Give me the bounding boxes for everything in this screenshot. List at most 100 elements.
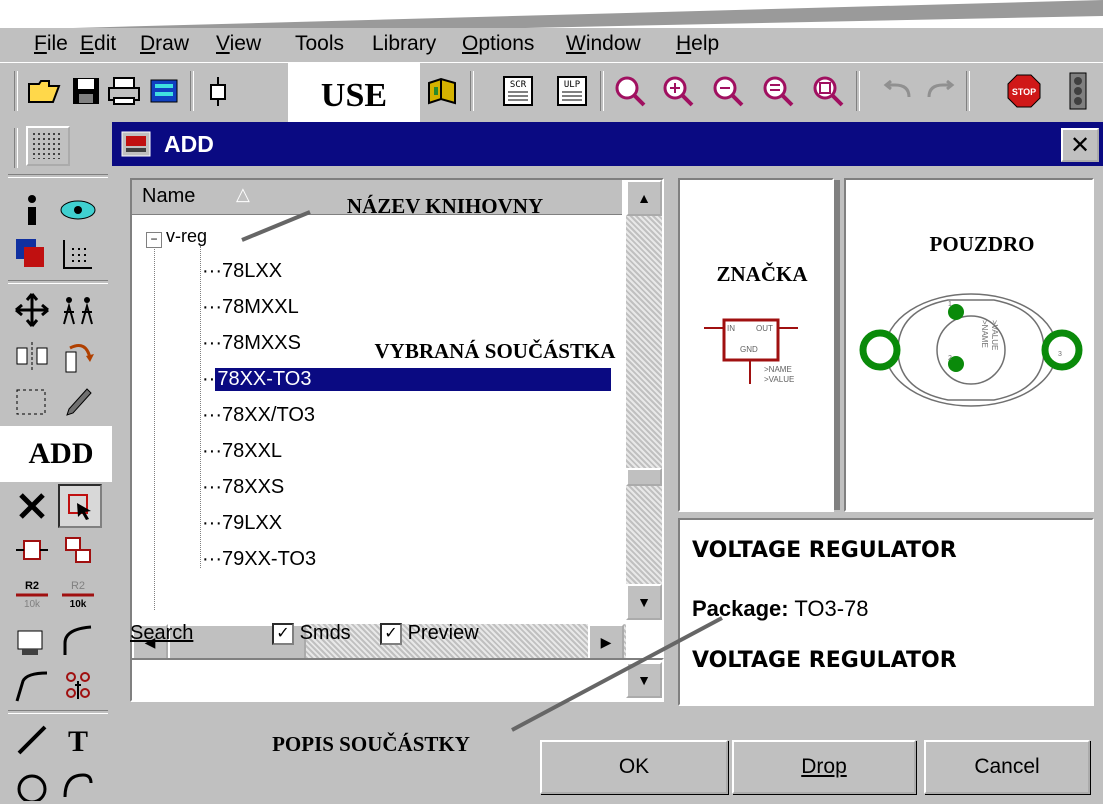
tree-item[interactable]: ···79LXX (202, 512, 282, 535)
menu-window[interactable]: Window (566, 32, 641, 56)
move-icon[interactable] (12, 290, 52, 330)
scroll-up-icon[interactable]: ▲ (626, 180, 662, 216)
tree-root-v-reg[interactable]: v-reg (166, 226, 207, 247)
menu-library[interactable]: Library (372, 32, 436, 56)
optimize-icon[interactable] (58, 666, 98, 706)
tree-item[interactable]: ···78MXXS (202, 332, 301, 355)
preview-check-icon[interactable]: ✓ (380, 622, 402, 645)
tree-item[interactable]: ···78MXXL (202, 296, 299, 319)
stop-icon[interactable]: STOP (1006, 73, 1042, 109)
tree-item[interactable]: ···78XXS (202, 476, 284, 499)
save-icon[interactable] (68, 73, 104, 109)
pin-in-label: IN (727, 324, 735, 333)
annotation-part-description: POPIS SOUČÁSTKY (272, 731, 470, 756)
script-icon[interactable]: SCR (500, 73, 536, 109)
pinswap-icon[interactable] (12, 530, 52, 570)
menu-file[interactable]: File (34, 32, 68, 56)
cancel-button[interactable]: Cancel (924, 740, 1090, 794)
show-icon[interactable] (58, 190, 98, 230)
grid-icon[interactable] (58, 234, 98, 274)
tree-guide-line (154, 240, 155, 610)
layers-icon[interactable] (12, 234, 52, 274)
ulp-icon[interactable]: ULP (554, 73, 590, 109)
tree-item[interactable]: ···78XX/TO3 (202, 404, 315, 427)
smds-checkbox[interactable]: ✓ Smds (272, 622, 351, 645)
tree-item[interactable]: ···78XXL (202, 440, 282, 463)
use-icon[interactable] (200, 73, 236, 109)
name-label: R2 (25, 580, 39, 592)
value-icon[interactable]: R2 10k (58, 574, 98, 614)
zoom-select-icon[interactable] (810, 73, 846, 109)
mirror-icon[interactable] (12, 336, 52, 376)
description-panel: VOLTAGE REGULATOR Package: TO3-78 VOLTAG… (678, 518, 1094, 706)
info-icon[interactable] (12, 190, 52, 230)
dialog-title-bar[interactable]: ADD ✕ (112, 122, 1103, 166)
copy-icon[interactable] (12, 382, 52, 422)
open-folder-icon[interactable] (26, 73, 62, 109)
arc-icon[interactable] (58, 764, 98, 804)
delete-icon[interactable] (12, 486, 52, 526)
zoom-fit-icon[interactable] (612, 73, 648, 109)
search-dropdown-icon[interactable]: ▼ (626, 662, 662, 698)
preview-checkbox[interactable]: ✓ Preview (380, 622, 479, 645)
library-book-icon[interactable] (424, 73, 460, 109)
add-icon[interactable] (58, 484, 102, 528)
ok-button[interactable]: OK (540, 740, 728, 794)
search-input[interactable]: ▼ (130, 658, 664, 702)
library-tree[interactable]: Name △ − v-reg ···78LXX ···78MXXL ···78M… (130, 178, 664, 662)
voltage-regulator-symbol: IN OUT GND >NAME >VALUE (704, 318, 798, 384)
menu-edit[interactable]: Edit (80, 32, 116, 56)
value-label: 10k (70, 599, 87, 610)
palette-separator (8, 174, 108, 178)
tree-horizontal-scrollbar[interactable]: ◀ ▶ (132, 624, 626, 660)
zoom-out-icon[interactable] (710, 73, 746, 109)
gateswap-icon[interactable] (58, 530, 98, 570)
description-package: Package: TO3-78 (692, 596, 869, 621)
menu-options[interactable]: Options (462, 32, 534, 56)
split-icon[interactable] (12, 620, 52, 660)
change-icon[interactable] (58, 382, 98, 422)
tree-item[interactable]: ···79XX-TO3 (202, 548, 316, 571)
go-icon[interactable] (1060, 72, 1096, 110)
circle-icon[interactable] (12, 764, 52, 804)
annotation-symbol: ZNAČKA (716, 261, 808, 286)
menu-view[interactable]: View (216, 32, 261, 56)
pin-gnd-label: GND (740, 345, 758, 354)
text-icon[interactable]: T (58, 720, 98, 760)
zoom-in-icon[interactable] (660, 73, 696, 109)
drop-button[interactable]: Drop (732, 740, 916, 794)
package-name-label: >NAME (980, 320, 989, 348)
print-icon[interactable] (106, 73, 142, 109)
name-icon[interactable]: R2 10k (12, 574, 52, 614)
group-icon[interactable] (58, 290, 98, 330)
script-label: SCR (510, 80, 527, 90)
scroll-right-icon[interactable]: ▶ (588, 624, 624, 660)
miter-icon[interactable] (58, 620, 98, 660)
wire-bend-icon[interactable] (12, 666, 52, 706)
collapse-icon[interactable]: − (146, 232, 162, 248)
menu-bar: File Edit Draw View Tools Library Option… (0, 28, 1103, 62)
scroll-down-icon[interactable]: ▼ (626, 584, 662, 620)
menu-help[interactable]: Help (676, 32, 719, 56)
menu-tools[interactable]: Tools (295, 32, 344, 56)
rotate-icon[interactable] (58, 336, 98, 376)
scroll-thumb[interactable] (626, 468, 662, 486)
preview-divider (834, 180, 840, 510)
tree-item[interactable]: ···78LXX (202, 260, 282, 283)
undo-icon[interactable] (880, 73, 916, 109)
wire-icon[interactable] (12, 720, 52, 760)
search-label: Search (130, 622, 194, 644)
grid-dots-icon[interactable] (26, 126, 70, 166)
tree-item-selected[interactable]: ·· 78XX-TO3 (202, 367, 613, 392)
zoom-redraw-icon[interactable] (760, 73, 796, 109)
cam-icon[interactable] (146, 73, 182, 109)
smds-check-icon[interactable]: ✓ (272, 622, 294, 645)
redo-icon[interactable] (922, 73, 958, 109)
pad-2-label: 2 (948, 355, 952, 362)
close-button[interactable]: ✕ (1061, 128, 1099, 162)
menu-draw[interactable]: Draw (140, 32, 189, 56)
tree-vertical-scrollbar[interactable]: ▲ ▼ (626, 180, 662, 620)
toolbar-separator (966, 71, 970, 111)
add-dialog: ADD ✕ Name △ − v-reg ···78LXX ···78MXXL … (112, 122, 1103, 799)
dialog-title: ADD (164, 131, 214, 157)
